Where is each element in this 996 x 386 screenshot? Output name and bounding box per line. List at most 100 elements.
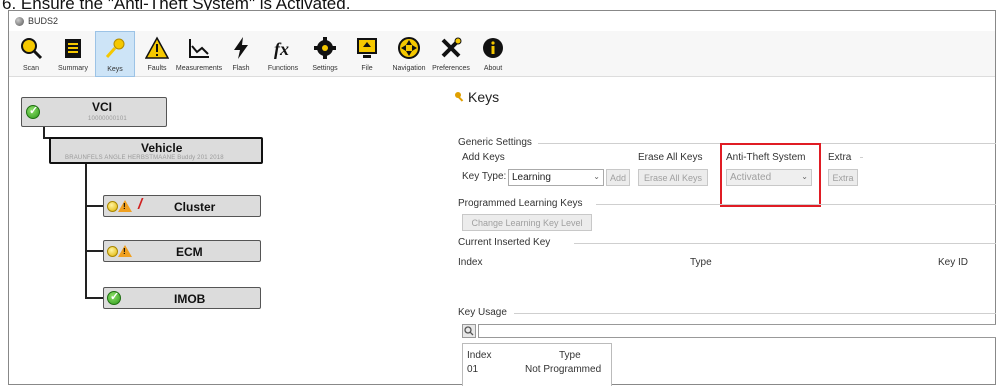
toolbar-label: Faults	[147, 65, 167, 72]
key-usage-heading: Key Usage	[458, 307, 507, 318]
status-ok-icon	[26, 104, 40, 119]
fault-icon: /	[138, 196, 143, 213]
toolbar-label: Summary	[58, 65, 88, 72]
toolbar-faults-button[interactable]: Faults	[137, 31, 177, 77]
node-title: VCI	[92, 100, 113, 114]
programmed-learning-keys-heading: Programmed Learning Keys	[458, 198, 583, 209]
column-header-index: Index	[467, 350, 492, 361]
panel-title-text: Keys	[468, 89, 500, 105]
gear-icon	[311, 34, 339, 62]
window-title: BUDS2	[28, 16, 59, 26]
column-header-type: Type	[559, 350, 581, 361]
node-title: IMOB	[174, 292, 206, 306]
add-key-button[interactable]: Add	[606, 169, 630, 186]
node-serial: 10000000101	[88, 116, 127, 122]
info-icon	[479, 34, 507, 62]
group-separator	[596, 204, 996, 205]
toolbar-label: Flash	[232, 65, 250, 72]
file-icon	[353, 34, 381, 62]
lightning-icon	[227, 34, 255, 62]
column-header-key-id: Key ID	[938, 257, 969, 268]
key-icon	[455, 92, 464, 102]
magnify-scan-icon	[17, 34, 45, 62]
key-usage-table: Index Type 01 Not Programmed	[462, 343, 612, 386]
toolbar-settings-button[interactable]: Settings	[305, 31, 345, 77]
extra-button[interactable]: Extra	[828, 169, 858, 186]
app-logo-icon	[15, 16, 24, 26]
svg-text:fx: fx	[274, 39, 289, 59]
warning-triangle-icon	[118, 200, 132, 212]
key-usage-index-cell[interactable]: 01	[467, 364, 478, 375]
warning-triangle-icon	[143, 34, 171, 62]
key-type-value: Learning	[512, 172, 551, 183]
tools-icon	[437, 34, 465, 62]
anti-theft-highlight-box	[720, 143, 821, 207]
search-icon[interactable]	[462, 324, 476, 338]
key-icon	[101, 35, 129, 63]
chevron-down-icon: ⌄	[593, 172, 600, 181]
status-ok-icon	[107, 290, 121, 305]
toolbar-keys-button[interactable]: Keys	[95, 31, 135, 77]
toolbar-navigation-button[interactable]: Navigation	[389, 31, 429, 77]
group-separator	[514, 313, 996, 314]
title-bar: BUDS2	[9, 11, 995, 31]
buds2-window: BUDS2 Scan Summary Keys Faults Measurements F…	[8, 10, 996, 386]
tree-node-cluster[interactable]: / Cluster	[103, 195, 261, 217]
add-keys-heading: Add Keys	[462, 152, 505, 163]
extra-heading: Extra	[828, 152, 852, 163]
navigation-arrows-icon	[395, 34, 423, 62]
fx-icon: fx	[269, 34, 297, 62]
toolbar-label: Preferences	[432, 65, 470, 72]
toolbar-label: Navigation	[392, 65, 426, 72]
toolbar-flash-button[interactable]: Flash	[221, 31, 261, 77]
tree-connector	[85, 205, 103, 207]
tree-node-ecm[interactable]: ECM	[103, 240, 261, 262]
generic-settings-heading: Generic Settings	[458, 137, 532, 148]
toolbar-label: About	[483, 65, 503, 72]
warning-dot-icon	[107, 246, 118, 257]
toolbar-about-button[interactable]: About	[473, 31, 513, 77]
column-header-index: Index	[458, 257, 483, 268]
warning-dot-icon	[107, 201, 118, 212]
key-usage-type-cell[interactable]: Not Programmed	[525, 364, 601, 375]
key-type-label: Key Type:	[462, 171, 507, 182]
key-type-select[interactable]: Learning ⌄	[508, 169, 604, 186]
graph-icon	[185, 34, 213, 62]
toolbar-label: Functions	[267, 65, 299, 72]
main-toolbar: Scan Summary Keys Faults Measurements Flash fx…	[9, 31, 995, 77]
change-learning-key-level-button[interactable]: Change Learning Key Level	[462, 214, 592, 231]
current-inserted-key-heading: Current Inserted Key	[458, 237, 551, 248]
erase-all-keys-heading: Erase All Keys	[638, 152, 703, 163]
toolbar-file-button[interactable]: File	[347, 31, 387, 77]
node-title: ECM	[176, 245, 203, 259]
panel-title: Keys	[454, 89, 499, 105]
tree-connector	[85, 250, 103, 252]
column-header-type: Type	[690, 257, 712, 268]
toolbar-label: Keys	[107, 66, 123, 73]
warning-triangle-icon	[118, 245, 132, 257]
toolbar-label: Scan	[23, 65, 39, 72]
tree-connector	[85, 164, 87, 299]
tree-node-vehicle[interactable]: Vehicle BRAUNFELS ANGLE HERBSTMAANE Budd…	[49, 137, 263, 164]
extra-separator	[860, 157, 863, 158]
toolbar-summary-button[interactable]: Summary	[53, 31, 93, 77]
node-title: Cluster	[174, 200, 216, 214]
key-usage-search-input[interactable]	[478, 324, 996, 338]
toolbar-functions-button[interactable]: fx Functions	[263, 31, 303, 77]
toolbar-scan-button[interactable]: Scan	[11, 31, 51, 77]
erase-all-keys-button[interactable]: Erase All Keys	[638, 169, 708, 186]
keys-panel: Keys Generic Settings Add Keys Key Type:…	[450, 77, 996, 386]
node-title: Vehicle	[141, 141, 183, 155]
toolbar-measurements-button[interactable]: Measurements	[175, 31, 223, 77]
group-separator	[574, 243, 996, 244]
tree-connector	[85, 297, 103, 299]
clipboard-icon	[59, 34, 87, 62]
ecu-tree: VCI 10000000101 Vehicle BRAUNFELS ANGLE …	[9, 77, 449, 386]
tree-node-imob[interactable]: IMOB	[103, 287, 261, 309]
toolbar-preferences-button[interactable]: Preferences	[431, 31, 471, 77]
toolbar-label: File	[361, 65, 373, 72]
toolbar-label: Settings	[312, 65, 338, 72]
toolbar-label: Measurements	[175, 65, 223, 72]
node-vin: BRAUNFELS ANGLE HERBSTMAANE Buddy 201 20…	[65, 155, 224, 161]
tree-node-vci[interactable]: VCI 10000000101	[21, 97, 167, 127]
